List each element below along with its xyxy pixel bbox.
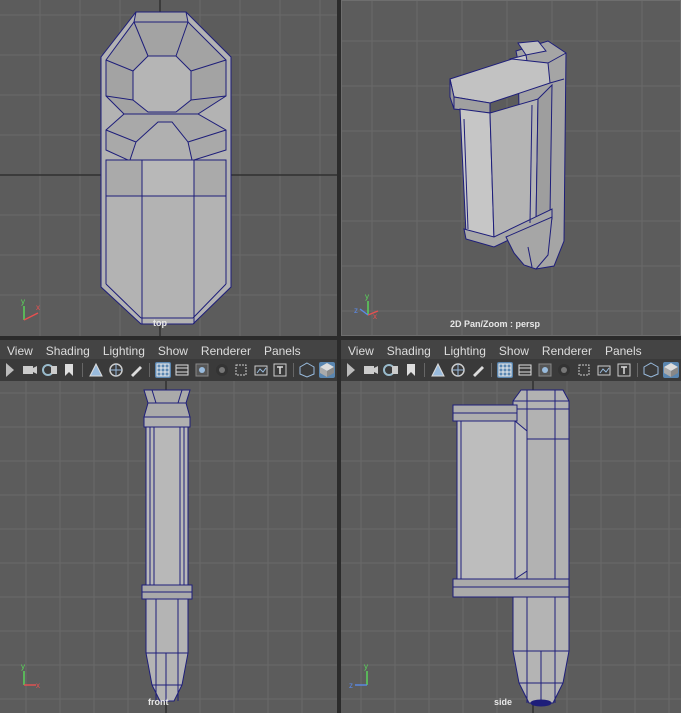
wireframe-icon[interactable] xyxy=(233,362,249,378)
grid-icon[interactable] xyxy=(496,362,513,378)
camera-icon[interactable] xyxy=(363,362,379,378)
top-camera-label: top xyxy=(153,318,167,328)
side-viewport-canvas[interactable]: y z xyxy=(341,381,681,713)
grease-pencil-icon[interactable] xyxy=(128,362,144,378)
front-camera-label: front xyxy=(148,697,169,707)
front-viewport-canvas[interactable]: y x xyxy=(0,381,337,713)
grease-pencil-icon[interactable] xyxy=(470,362,486,378)
resolution-gate-icon[interactable] xyxy=(537,362,553,378)
svg-text:x: x xyxy=(373,312,377,321)
front-mesh xyxy=(141,389,193,702)
axis-indicator: y z xyxy=(349,662,368,690)
menu-show[interactable]: Show xyxy=(499,344,529,358)
viewport-divider-vertical[interactable] xyxy=(337,0,341,713)
film-gate-icon[interactable] xyxy=(517,362,533,378)
toolbar-separator xyxy=(423,363,425,377)
camera-attributes-icon[interactable] xyxy=(382,362,399,378)
side-camera-label: side xyxy=(494,697,513,707)
svg-text:z: z xyxy=(349,681,353,690)
viewport-divider-horizontal[interactable] xyxy=(0,336,681,340)
2d-pan-zoom-icon[interactable] xyxy=(108,362,124,378)
persp-camera-label: 2D Pan/Zoom : persp xyxy=(450,319,541,329)
menu-view[interactable]: View xyxy=(348,344,374,358)
svg-text:y: y xyxy=(365,292,369,301)
front-viewport[interactable]: y x front xyxy=(0,381,337,713)
svg-text:y: y xyxy=(21,662,25,671)
image-plane-icon[interactable] xyxy=(88,362,104,378)
smooth-shade-icon[interactable] xyxy=(253,362,269,378)
menu-panels[interactable]: Panels xyxy=(264,344,301,358)
camera-icon[interactable] xyxy=(22,362,38,378)
top-viewport[interactable]: y x top xyxy=(0,0,337,336)
persp-viewport-canvas[interactable]: y x z xyxy=(342,1,681,336)
menu-view[interactable]: View xyxy=(7,344,33,358)
menu-lighting[interactable]: Lighting xyxy=(103,344,145,358)
menu-shading[interactable]: Shading xyxy=(46,344,90,358)
smooth-shade-icon[interactable] xyxy=(596,362,612,378)
side-mesh xyxy=(452,389,570,707)
side-viewport[interactable]: y z side xyxy=(341,381,681,713)
shaded-cube-icon[interactable] xyxy=(318,362,335,378)
toolbar-separator xyxy=(490,363,492,377)
image-plane-icon[interactable] xyxy=(430,362,446,378)
top-mesh xyxy=(100,11,232,325)
svg-text:y: y xyxy=(21,297,25,306)
film-gate-icon[interactable] xyxy=(175,362,191,378)
xray-icon[interactable] xyxy=(299,362,315,378)
menu-shading[interactable]: Shading xyxy=(387,344,431,358)
axis-indicator: y x xyxy=(21,297,40,321)
toolbar-separator xyxy=(637,363,639,377)
shaded-cube-icon[interactable] xyxy=(663,362,680,378)
menu-lighting[interactable]: Lighting xyxy=(444,344,486,358)
svg-text:x: x xyxy=(36,681,40,690)
menu-renderer[interactable]: Renderer xyxy=(542,344,592,358)
camera-select-icon[interactable] xyxy=(2,362,18,378)
side-panel-toolbar xyxy=(341,359,681,381)
menu-show[interactable]: Show xyxy=(158,344,188,358)
resolution-gate-icon[interactable] xyxy=(194,362,210,378)
camera-select-icon[interactable] xyxy=(343,362,359,378)
2d-pan-zoom-icon[interactable] xyxy=(450,362,466,378)
toolbar-separator xyxy=(149,363,151,377)
grid-icon[interactable] xyxy=(155,362,171,378)
camera-attributes-icon[interactable] xyxy=(41,362,58,378)
safe-action-icon[interactable] xyxy=(556,362,572,378)
menu-panels[interactable]: Panels xyxy=(605,344,642,358)
persp-mesh xyxy=(449,40,567,270)
wireframe-icon[interactable] xyxy=(576,362,592,378)
axis-indicator: y x xyxy=(21,662,40,690)
toolbar-separator xyxy=(293,363,294,377)
textured-icon[interactable] xyxy=(616,362,632,378)
bookmark-icon[interactable] xyxy=(403,362,419,378)
svg-text:y: y xyxy=(364,662,368,671)
textured-icon[interactable] xyxy=(272,362,288,378)
axis-indicator: y x z xyxy=(354,292,379,321)
toolbar-separator xyxy=(82,363,84,377)
svg-text:z: z xyxy=(354,306,358,315)
svg-text:x: x xyxy=(36,303,40,312)
safe-action-icon[interactable] xyxy=(214,362,230,378)
top-viewport-canvas[interactable]: y x xyxy=(0,0,337,336)
xray-icon[interactable] xyxy=(643,362,659,378)
bookmark-icon[interactable] xyxy=(62,362,78,378)
persp-viewport[interactable]: y x z 2D Pan/Zoom : persp xyxy=(341,0,681,336)
menu-renderer[interactable]: Renderer xyxy=(201,344,251,358)
front-panel-toolbar xyxy=(0,359,337,381)
